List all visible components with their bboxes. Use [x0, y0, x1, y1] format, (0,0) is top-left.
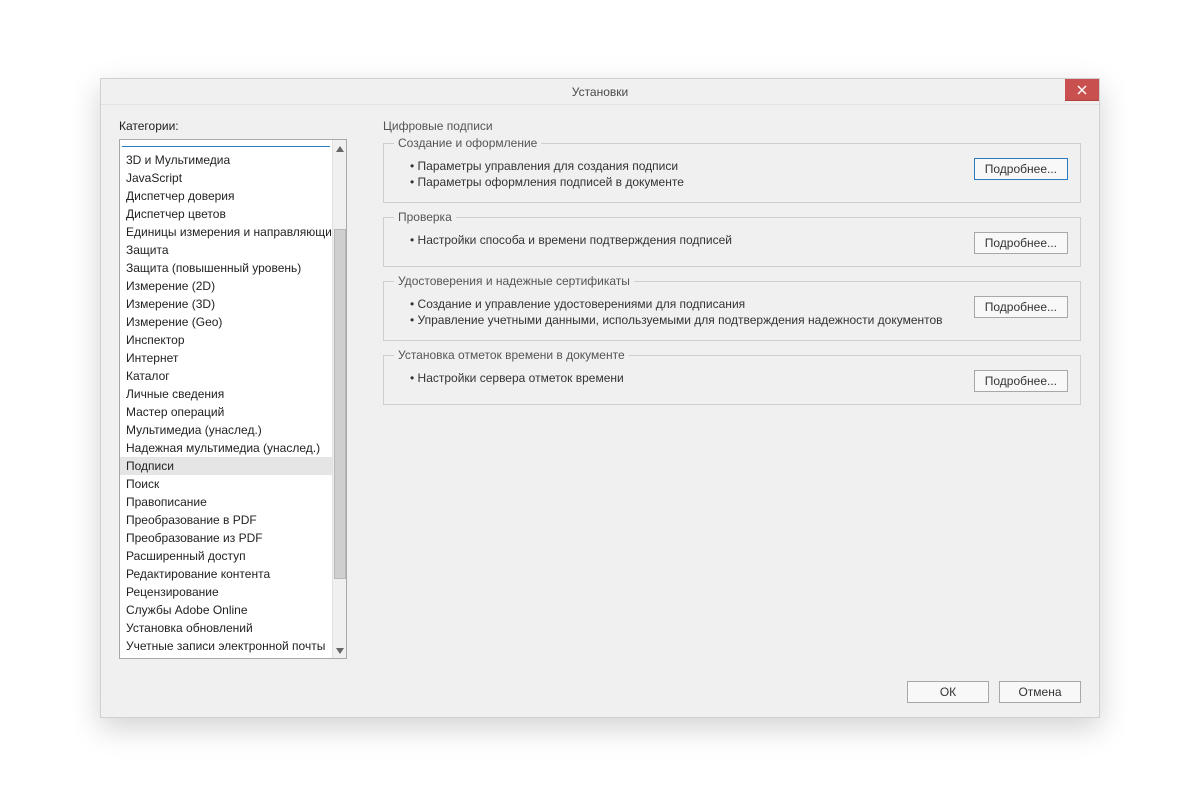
- panel-title: Цифровые подписи: [383, 119, 1081, 133]
- categories-label: Категории:: [119, 119, 347, 133]
- listbox-focus-line: [122, 146, 330, 147]
- category-item[interactable]: Расширенный доступ: [120, 547, 332, 565]
- titlebar: Установки: [101, 79, 1099, 105]
- group-description: Настройки сервера отметок времени: [410, 370, 956, 386]
- category-item[interactable]: Интернет: [120, 349, 332, 367]
- more-button[interactable]: Подробнее...: [974, 370, 1068, 392]
- close-icon: [1077, 85, 1087, 95]
- group-bullet: Управление учетными данными, используемы…: [410, 312, 956, 328]
- settings-pane: Цифровые подписи Создание и оформлениеПа…: [383, 119, 1081, 665]
- window-title: Установки: [101, 79, 1099, 104]
- scroll-thumb[interactable]: [334, 229, 346, 579]
- category-item[interactable]: Учетные записи электронной почты: [120, 637, 332, 655]
- category-item[interactable]: Службы Adobe Online: [120, 601, 332, 619]
- category-item[interactable]: Поиск: [120, 475, 332, 493]
- settings-group: ПроверкаНастройки способа и времени подт…: [383, 217, 1081, 267]
- group-description: Настройки способа и времени подтверждени…: [410, 232, 956, 248]
- category-item[interactable]: Диспетчер доверия: [120, 187, 332, 205]
- category-item[interactable]: Мультимедиа (унаслед.): [120, 421, 332, 439]
- category-item[interactable]: Правописание: [120, 493, 332, 511]
- category-item[interactable]: Редактирование контента: [120, 565, 332, 583]
- category-item[interactable]: Личные сведения: [120, 385, 332, 403]
- more-button[interactable]: Подробнее...: [974, 158, 1068, 180]
- category-item[interactable]: 3D и Мультимедиа: [120, 151, 332, 169]
- group-legend: Создание и оформление: [394, 136, 541, 150]
- categories-listbox[interactable]: 3D и МультимедиаJavaScriptДиспетчер дове…: [119, 139, 347, 659]
- categories-pane: Категории: 3D и МультимедиаJavaScriptДис…: [119, 119, 347, 665]
- group-bullet: Создание и управление удостоверениями дл…: [410, 296, 956, 312]
- category-item[interactable]: Преобразование из PDF: [120, 529, 332, 547]
- category-item[interactable]: Подписи: [120, 457, 332, 475]
- group-bullet: Параметры оформления подписей в документ…: [410, 174, 956, 190]
- group-bullet: Настройки сервера отметок времени: [410, 370, 956, 386]
- close-button[interactable]: [1065, 79, 1099, 101]
- group-bullet: Настройки способа и времени подтверждени…: [410, 232, 956, 248]
- dialog-footer: ОК Отмена: [907, 681, 1081, 703]
- cancel-button[interactable]: Отмена: [999, 681, 1081, 703]
- category-item[interactable]: Диспетчер цветов: [120, 205, 332, 223]
- more-button[interactable]: Подробнее...: [974, 296, 1068, 318]
- group-legend: Установка отметок времени в документе: [394, 348, 629, 362]
- category-item[interactable]: Защита (повышенный уровень): [120, 259, 332, 277]
- category-item[interactable]: Мастер операций: [120, 403, 332, 421]
- group-legend: Проверка: [394, 210, 456, 224]
- category-item[interactable]: Измерение (2D): [120, 277, 332, 295]
- group-description: Создание и управление удостоверениями дл…: [410, 296, 956, 328]
- group-legend: Удостоверения и надежные сертификаты: [394, 274, 634, 288]
- scroll-track[interactable]: [333, 154, 347, 644]
- settings-group: Установка отметок времени в документеНас…: [383, 355, 1081, 405]
- more-button[interactable]: Подробнее...: [974, 232, 1068, 254]
- scroll-up-icon[interactable]: [334, 142, 346, 154]
- preferences-dialog: Установки Категории: 3D и МультимедиаJav…: [100, 78, 1100, 718]
- category-item[interactable]: Измерение (3D): [120, 295, 332, 313]
- category-item[interactable]: JavaScript: [120, 169, 332, 187]
- ok-button[interactable]: ОК: [907, 681, 989, 703]
- category-item[interactable]: Единицы измерения и направляющие: [120, 223, 332, 241]
- scrollbar[interactable]: [332, 140, 346, 658]
- category-item[interactable]: Формы: [120, 655, 332, 658]
- settings-group: Создание и оформлениеПараметры управлени…: [383, 143, 1081, 203]
- settings-group: Удостоверения и надежные сертификатыСозд…: [383, 281, 1081, 341]
- category-item[interactable]: Установка обновлений: [120, 619, 332, 637]
- category-item[interactable]: Инспектор: [120, 331, 332, 349]
- group-description: Параметры управления для создания подпис…: [410, 158, 956, 190]
- category-item[interactable]: Преобразование в PDF: [120, 511, 332, 529]
- group-bullet: Параметры управления для создания подпис…: [410, 158, 956, 174]
- category-item[interactable]: Рецензирование: [120, 583, 332, 601]
- scroll-down-icon[interactable]: [334, 644, 346, 656]
- category-item[interactable]: Каталог: [120, 367, 332, 385]
- category-item[interactable]: Измерение (Geo): [120, 313, 332, 331]
- category-item[interactable]: Надежная мультимедиа (унаслед.): [120, 439, 332, 457]
- category-item[interactable]: Защита: [120, 241, 332, 259]
